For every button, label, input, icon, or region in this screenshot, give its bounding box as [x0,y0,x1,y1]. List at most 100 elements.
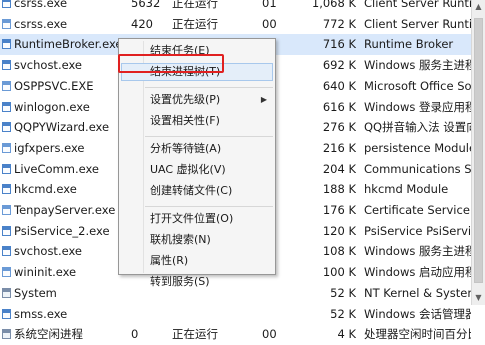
menu-item-label: 属性(R) [150,254,189,267]
process-description: persistence Module [364,140,471,155]
process-memory: 692 K [322,58,356,73]
menu-item[interactable]: 设置相关性(F) [121,112,273,130]
table-row[interactable]: 系统空闲进程 0 正在运行 00 4 K 处理器空闲时间百分比 [0,324,471,345]
process-memory: 100 K [322,265,356,280]
process-icon [2,0,11,8]
process-icon [2,267,11,278]
menu-item-label: 转到服务(S) [150,275,210,288]
process-description: Windows 服务主进程 [364,58,471,73]
table-row[interactable]: smss.exe 52 K Windows 会话管理器 [0,304,471,325]
arrow-up-icon[interactable]: ▲ [472,0,485,14]
process-name: QQPYWizard.exe [14,120,110,135]
process-name: hkcmd.exe [14,182,77,197]
process-description: Windows 会话管理器 [364,306,471,321]
process-name: igfxpers.exe [14,140,85,155]
process-memory: 716 K [322,37,356,52]
process-memory: 52 K [330,285,356,300]
process-name: smss.exe [14,306,68,321]
process-memory: 216 K [322,140,356,155]
process-icon [2,246,11,257]
highlight-annotation-box [118,54,224,73]
menu-item-label: 设置相关性(F) [150,114,220,127]
process-description: Microsoft Office So [364,78,471,93]
process-session: 00 [262,327,277,342]
process-name: System [14,285,57,300]
process-status: 正在运行 [172,0,218,10]
process-icon [2,184,11,195]
process-session: 01 [262,0,277,10]
process-name: winlogon.exe [14,99,90,114]
process-icon [2,101,11,112]
menu-item[interactable]: UAC 虚拟化(V) [121,161,273,179]
process-icon [2,205,11,215]
process-icon [2,39,11,50]
process-icon [2,163,11,174]
process-icon [2,18,11,29]
process-name: 系统空闲进程 [14,327,83,342]
process-name: csrss.exe [14,0,68,10]
process-memory: 188 K [322,182,356,197]
context-menu: 结束任务(E) 结束进程树(T) 设置优先级(P) ▶ 设置相关性(F) 分析等待链(A)… [118,38,276,288]
submenu-arrow-icon: ▶ [260,95,267,104]
table-row[interactable]: csrss.exe 5632 正在运行 01 1,068 K Client Server … [0,0,471,14]
process-memory: 108 K [322,244,356,259]
process-memory: 1,068 K [311,0,356,10]
process-memory: 176 K [322,203,356,217]
process-pid: 5632 [131,0,161,10]
table-row[interactable]: csrss.exe 420 正在运行 00 772 K Client Server Run… [0,14,471,35]
process-description: Client Server Runtim [364,0,471,10]
process-description: PsiService PsiService [364,223,471,238]
vertical-scrollbar[interactable]: ▲ ▼ [471,0,485,305]
menu-item-label: UAC 虚拟化(V) [150,163,226,176]
process-description: hkcmd Module [364,182,449,197]
process-name: svchost.exe [14,58,83,73]
menu-separator [145,87,273,88]
menu-item-label: 联机搜索(N) [150,233,211,246]
process-icon [2,60,11,71]
menu-item[interactable]: 打开文件位置(O) [121,210,273,228]
process-memory: 120 K [322,223,356,238]
process-description: Client Server Runtim [364,16,471,31]
process-description: QQ拼音输入法 设置向 [364,120,471,135]
menu-item[interactable]: 设置优先级(P) ▶ [121,91,273,109]
menu-separator [145,206,273,207]
process-name: wininit.exe [14,265,77,280]
process-memory: 4 K [337,327,356,342]
process-description: Communications Se [364,161,471,176]
menu-item[interactable]: 属性(R) [121,252,273,270]
process-memory: 204 K [322,161,356,176]
process-name: RuntimeBroker.exe [14,37,123,52]
process-memory: 52 K [330,306,356,321]
arrow-down-icon[interactable]: ▼ [472,291,485,305]
process-description: Runtime Broker [364,37,454,52]
process-memory: 616 K [322,99,356,114]
process-description: Windows 登录应用程 [364,99,471,114]
menu-item-label: 分析等待链(A) [150,142,222,155]
process-session: 00 [262,16,277,31]
process-description: Certificate Service [364,203,470,217]
process-name: LiveComm.exe [14,161,100,176]
process-name: OSPPSVC.EXE [14,78,94,93]
process-icon [2,225,11,236]
process-status: 正在运行 [172,327,218,342]
process-memory: 276 K [322,120,356,135]
process-icon [2,308,11,319]
menu-item[interactable]: 创建转储文件(C) [121,182,273,200]
process-description: Windows 启动应用程 [364,265,471,280]
process-description: NT Kernel & System [364,285,471,300]
process-name: PsiService_2.exe [14,223,110,238]
process-memory: 640 K [322,78,356,93]
menu-item[interactable]: 分析等待链(A) [121,140,273,158]
menu-item[interactable]: 转到服务(S) [121,273,273,291]
menu-item-label: 设置优先级(P) [150,93,221,106]
process-name: TenpayServer.exe [14,203,116,217]
process-icon [2,122,11,133]
process-pid: 420 [131,16,153,31]
process-description: 处理器空闲时间百分比 [364,327,471,342]
process-icon [2,142,11,153]
process-icon [2,80,11,91]
menu-item[interactable]: 联机搜索(N) [121,231,273,249]
scrollbar-thumb[interactable] [474,18,483,283]
process-description: Windows 服务主进程 [364,244,471,259]
process-name: csrss.exe [14,16,68,31]
